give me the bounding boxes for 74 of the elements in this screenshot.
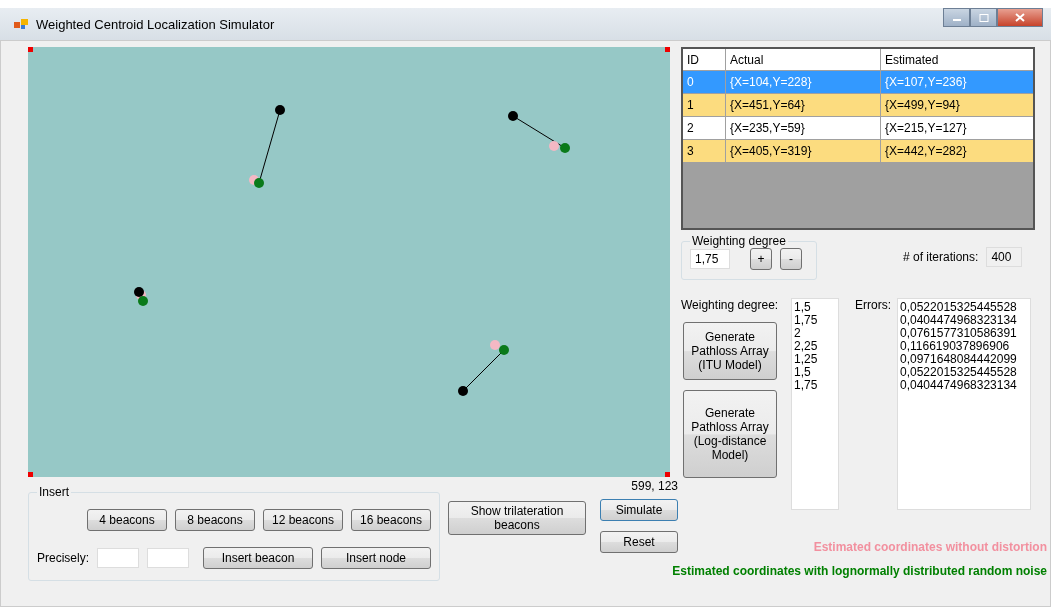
table-cell: 1 <box>683 94 726 116</box>
list-item[interactable]: 0,116619037896906 <box>900 340 1028 353</box>
list-item[interactable]: 2 <box>794 327 836 340</box>
maximize-icon <box>978 13 989 22</box>
weighting-listbox[interactable]: 1,5 1,75 2 2,25 1,25 1,5 1,75 <box>791 298 839 510</box>
iterations-label: # of iterations: <box>903 250 979 264</box>
app-icon <box>14 18 28 30</box>
minimize-button[interactable] <box>943 8 970 27</box>
y-input-field[interactable] <box>147 548 189 568</box>
x-input-field[interactable] <box>97 548 139 568</box>
node-pair-drawing <box>458 340 509 396</box>
step-button[interactable]: - <box>780 248 802 270</box>
beacon-preset-button[interactable]: 12 beacons <box>263 509 343 531</box>
list-item[interactable]: 0,0522015325445528 <box>900 366 1028 379</box>
maximize-button[interactable] <box>970 8 997 27</box>
column-header[interactable]: Estimated <box>881 49 1033 70</box>
corner-marker-icon <box>665 472 670 477</box>
simulate-button[interactable]: Simulate <box>600 499 678 521</box>
table-cell-text: {X=215,Y=127} <box>884 120 968 137</box>
list-item[interactable]: 1,75 <box>794 314 836 327</box>
table-cell: 2 <box>683 117 726 139</box>
weighting-list-label: Weighting degree: <box>681 298 780 312</box>
table-cell: 3 <box>683 140 726 162</box>
legend-text: Estimated coordinates without distortion <box>813 540 1047 554</box>
list-item[interactable]: 0,0971648084442099 <box>900 353 1028 366</box>
corner-marker-icon <box>28 472 33 477</box>
beacon-preset-button[interactable]: 8 beacons <box>175 509 255 531</box>
list-item[interactable]: 2,25 <box>794 340 836 353</box>
close-icon <box>1015 13 1025 22</box>
node-pair-drawing <box>508 111 570 153</box>
list-item[interactable]: 1,5 <box>794 366 836 379</box>
column-header[interactable]: ID <box>683 49 726 70</box>
group-title: Insert <box>38 485 70 499</box>
window-title: Weighted Centroid Localization Simulator <box>36 16 275 32</box>
corner-marker-icon <box>28 47 33 52</box>
generate-button[interactable]: Generate Pathloss Array (Log-distance Model) <box>683 390 777 478</box>
table-cell-text: {X=107,Y=236} <box>884 74 968 91</box>
list-item[interactable]: 0,0404474968323134 <box>900 379 1028 392</box>
list-item[interactable]: 1,75 <box>794 379 836 392</box>
reset-button[interactable]: Reset <box>600 531 678 553</box>
table-row[interactable]: 2 {X=235,Y=59} {X=215,Y=127} <box>683 117 1033 140</box>
step-button[interactable]: + <box>750 248 772 270</box>
show-trilateration-button[interactable]: Show trilateration beacons <box>448 501 586 535</box>
table-cell-text: {X=442,Y=282} <box>884 143 968 160</box>
table-cell: {X=104,Y=228} <box>726 71 881 93</box>
cursor-coordinates: 599, 123 <box>631 479 678 493</box>
list-item[interactable]: 1,5 <box>794 301 836 314</box>
list-item[interactable]: 0,0761577310586391 <box>900 327 1028 340</box>
errors-listbox[interactable]: 0,0522015325445528 0,0404474968323134 0,0761577310586391 0,116619037896906 0,0971648084442099 0,0522015325445528 0,0404474968323134 <box>897 298 1031 510</box>
table-cell-text: {X=499,Y=94} <box>884 97 961 114</box>
list-item[interactable]: 0,0522015325445528 <box>900 301 1028 314</box>
weighting-input-field[interactable]: 1,75 <box>690 249 730 269</box>
legend-text: Estimated coordinates with lognormally distributed random noise <box>672 564 1047 578</box>
table-cell: {X=235,Y=59} <box>726 117 881 139</box>
table-row[interactable]: 3 {X=405,Y=319} {X=442,Y=282} <box>683 140 1033 163</box>
table-row[interactable]: 1 {X=451,Y=64} {X=499,Y=94} <box>683 94 1033 117</box>
beacon-preset-button[interactable]: 16 beacons <box>351 509 431 531</box>
column-header[interactable]: Actual <box>726 49 881 70</box>
table-cell: {X=405,Y=319} <box>726 140 881 162</box>
corner-marker-icon <box>665 47 670 52</box>
node-pair-drawing <box>134 287 148 306</box>
beacon-preset-button[interactable]: 4 beacons <box>87 509 167 531</box>
errors-label: Errors: <box>855 298 892 312</box>
group-title: Weighting degree <box>691 234 787 248</box>
generate-button[interactable]: Generate Pathloss Array (ITU Model) <box>683 322 777 380</box>
list-item[interactable]: 1,25 <box>794 353 836 366</box>
close-button[interactable] <box>997 8 1043 27</box>
table-cell: {X=451,Y=64} <box>726 94 881 116</box>
iterations-value: 400 <box>986 247 1023 267</box>
insert-button[interactable]: Insert beacon <box>203 547 313 569</box>
precisely-label: Precisely: <box>37 551 89 565</box>
insert-button[interactable]: Insert node <box>321 547 431 569</box>
table-cell: 0 <box>683 71 726 93</box>
list-item[interactable]: 0,0404474968323134 <box>900 314 1028 327</box>
